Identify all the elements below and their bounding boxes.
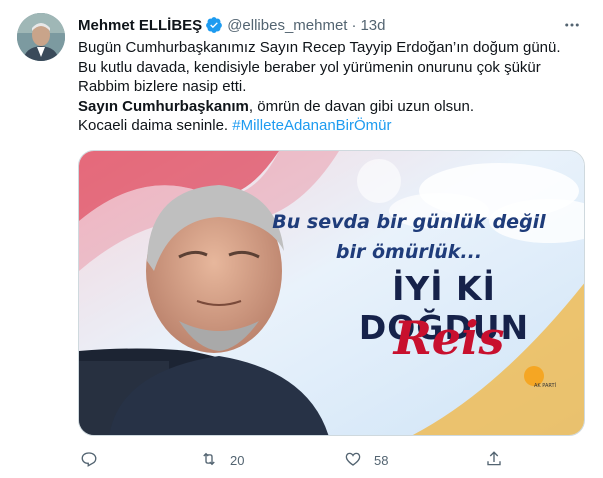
- tweet-line: Kocaeli daima seninle. #MilleteAdananBir…: [78, 116, 588, 136]
- tweet-line: Sayın Cumhurbaşkanım, ömrün de davan gib…: [78, 97, 588, 117]
- author-handle[interactable]: @ellibes_mehmet: [227, 17, 347, 34]
- image-line-2: bir ömürlük...: [335, 241, 483, 263]
- share-icon: [485, 450, 503, 471]
- tweet-line: Bugün Cumhurbaşkanımız Sayın Recep Tayyi…: [78, 39, 561, 56]
- party-logo-text: AK PARTİ: [533, 383, 557, 389]
- author-name[interactable]: Mehmet ELLİBEŞ: [78, 17, 202, 34]
- more-options-icon[interactable]: [561, 14, 583, 36]
- tweet-line-rest: , ömrün de davan gibi uzun olsun.: [248, 97, 475, 115]
- like-count: 58: [374, 452, 389, 468]
- retweet-icon: [200, 450, 218, 471]
- hashtag-link[interactable]: #MilleteAdananBirÖmür: [232, 117, 391, 134]
- verified-badge-icon: [205, 16, 223, 34]
- avatar[interactable]: [17, 13, 65, 61]
- image-signature: Reis: [393, 311, 505, 365]
- tweet-line: Bu kutlu davada, kendisiyle beraber yol …: [78, 58, 541, 76]
- like-button[interactable]: 58: [344, 446, 388, 474]
- reply-button[interactable]: [80, 446, 98, 474]
- separator-dot: ·: [351, 16, 357, 34]
- timestamp[interactable]: 13d: [360, 17, 385, 34]
- tweet-text: Bugün Cumhurbaşkanımız Sayın Recep Tayyi…: [78, 38, 588, 136]
- tweet-actions: 20 58: [78, 446, 588, 474]
- heart-icon: [344, 450, 362, 471]
- reply-icon: [80, 450, 98, 471]
- tweet-line-text: Kocaeli daima seninle.: [78, 117, 233, 135]
- image-line-1: Bu sevda bir günlük değil: [272, 211, 546, 233]
- tweet[interactable]: Mehmet ELLİBEŞ @ellibes_mehmet · 13d Bug…: [0, 0, 603, 478]
- retweet-button[interactable]: 20: [200, 446, 244, 474]
- bold-text: Sayın Cumhurbaşkanım: [78, 97, 249, 115]
- retweet-count: 20: [230, 452, 245, 468]
- tweet-image[interactable]: Bu sevda bir günlük değil bir ömürlük...…: [78, 150, 585, 436]
- tweet-line: Rabbim bizlere nasip etti.: [78, 78, 247, 96]
- share-button[interactable]: [485, 446, 503, 474]
- tweet-header: Mehmet ELLİBEŞ @ellibes_mehmet · 13d: [78, 14, 583, 36]
